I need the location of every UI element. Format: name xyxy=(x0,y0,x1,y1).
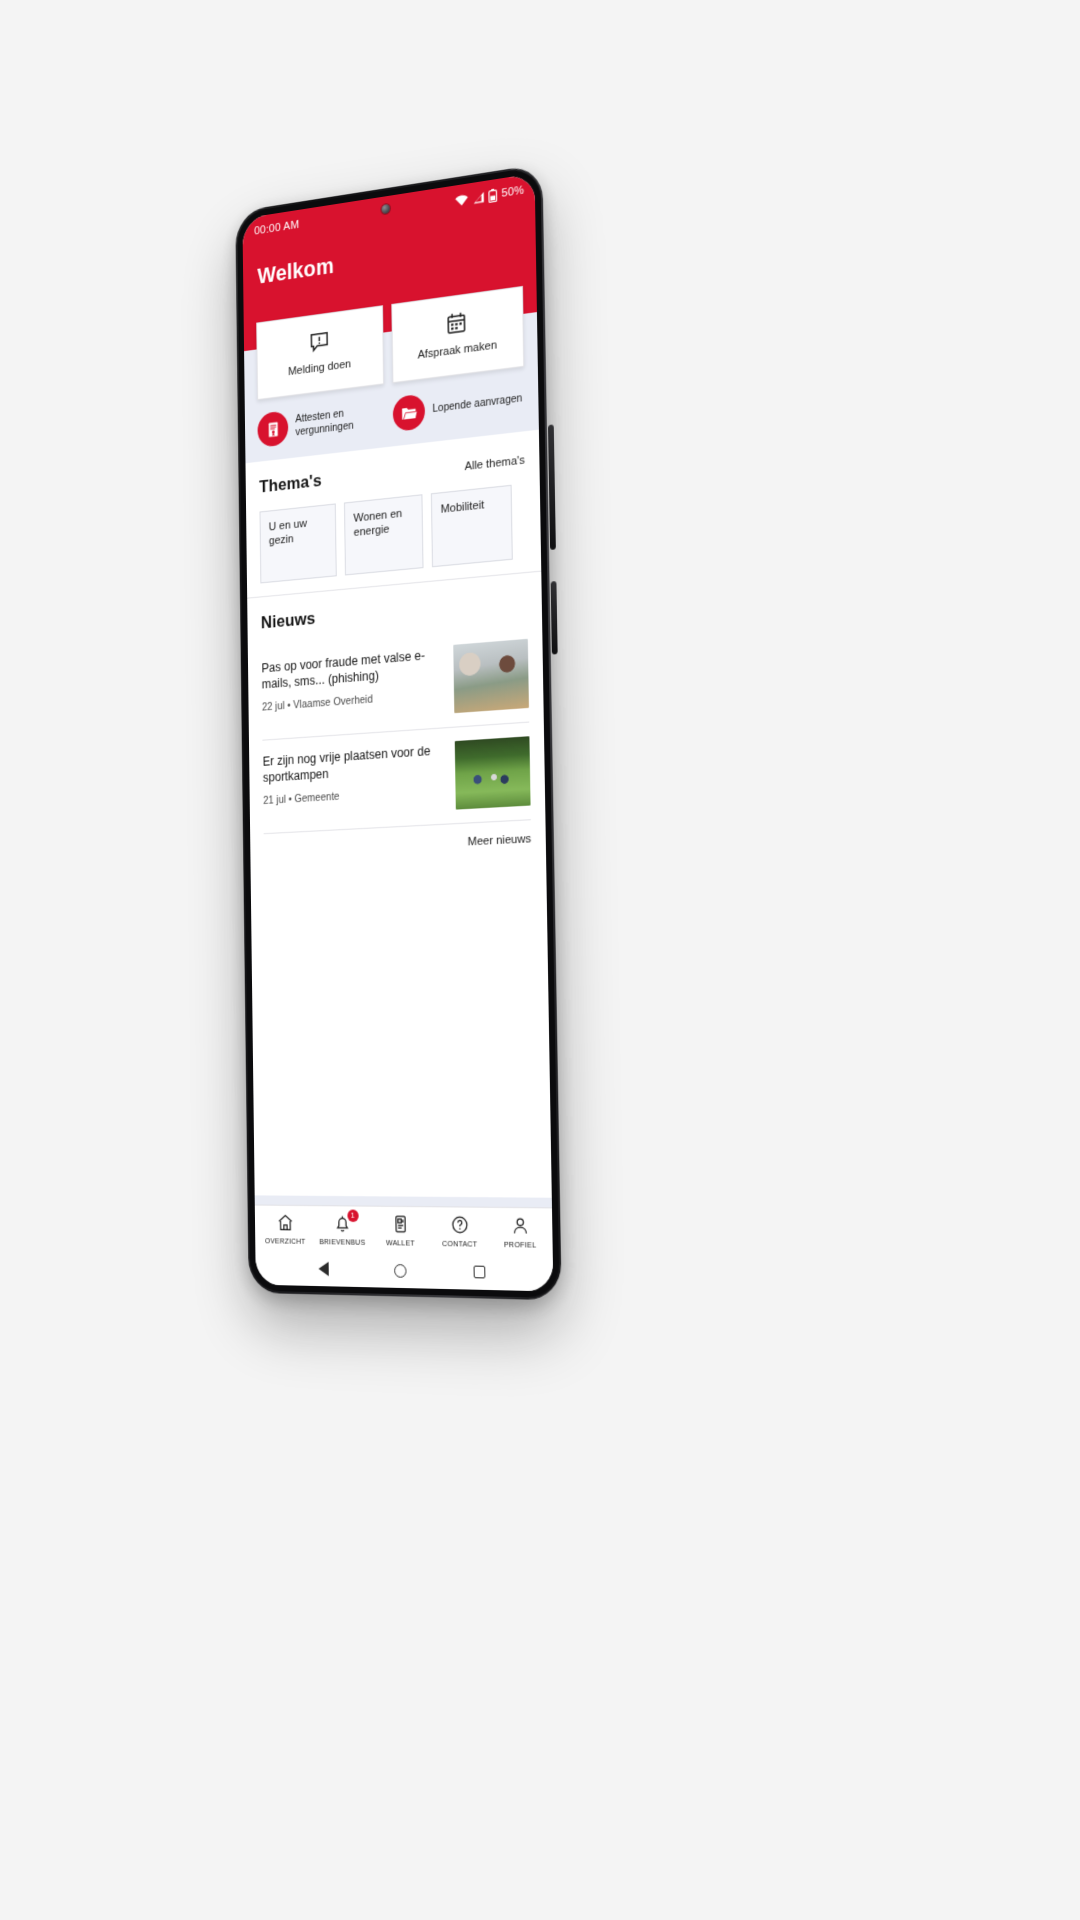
news-item-title: Pas op voor fraude met valse e-mails, sm… xyxy=(261,648,426,692)
theme-chip[interactable]: Mobiliteit xyxy=(430,484,513,568)
quick-circle-label: Attesten en vergunningen xyxy=(295,407,354,439)
phone-mockup: 00:00 AM 50% Welkom Melding doen Afspraa… xyxy=(235,163,562,1301)
news-item-thumbnail xyxy=(454,736,531,810)
news-item-title: Er zijn nog vrije plaatsen voor de sport… xyxy=(262,743,431,785)
wifi-icon xyxy=(455,193,469,206)
report-message-icon xyxy=(308,329,329,355)
news-list-item[interactable]: Er zijn nog vrije plaatsen voor de sport… xyxy=(262,723,531,834)
content-spacer xyxy=(250,860,552,1198)
nav-item-brievenbus[interactable]: 1 BRIEVENBUS xyxy=(313,1209,371,1247)
quick-tile-label: Melding doen xyxy=(288,358,352,379)
quick-circle-attesten-en-vergunningen[interactable]: Attesten en vergunningen xyxy=(257,399,383,448)
news-item-meta: 22 jul • Vlaamse Overheid xyxy=(261,693,373,714)
status-icons: 50% xyxy=(455,184,524,208)
status-time: 00:00 AM xyxy=(254,218,300,238)
person-icon xyxy=(510,1215,529,1235)
front-camera-icon xyxy=(381,203,390,215)
battery-icon xyxy=(489,188,498,203)
quick-tile-label: Afspraak maken xyxy=(417,339,498,363)
folder-open-icon xyxy=(392,393,426,433)
news-section: Nieuws Pas op voor fraude met valse e-ma… xyxy=(247,571,547,875)
volume-button[interactable] xyxy=(547,424,557,551)
power-button[interactable] xyxy=(550,580,558,655)
home-icon xyxy=(276,1213,294,1233)
back-triangle-icon[interactable] xyxy=(318,1261,329,1277)
question-circle-icon xyxy=(450,1215,469,1235)
nav-badge: 1 xyxy=(346,1209,359,1223)
bottom-navigation: OVERZICHT 1 BRIEVENBUS WALLET CONTACT PR… xyxy=(254,1204,553,1256)
themes-title: Thema's xyxy=(259,470,322,497)
certificate-icon xyxy=(257,410,289,448)
theme-chip[interactable]: Wonen en energie xyxy=(344,494,424,576)
phone-screen: 00:00 AM 50% Welkom Melding doen Afspraa… xyxy=(242,173,554,1292)
bell-icon: 1 xyxy=(333,1209,359,1233)
android-system-nav xyxy=(255,1250,554,1292)
wallet-card-icon xyxy=(391,1214,409,1234)
recents-square-icon[interactable] xyxy=(473,1265,486,1279)
quick-circle-lopende-aanvragen[interactable]: Lopende aanvragen xyxy=(392,381,525,433)
nav-label: OVERZICHT xyxy=(264,1236,306,1246)
news-item-text: Pas op voor fraude met valse e-mails, sm… xyxy=(261,646,443,714)
theme-chip[interactable]: U en uw gezin xyxy=(259,503,337,584)
cellular-signal-icon xyxy=(472,191,485,204)
quick-tile-afspraak-maken[interactable]: Afspraak maken xyxy=(390,285,525,384)
news-item-text: Er zijn nog vrije plaatsen voor de sport… xyxy=(263,742,445,807)
home-circle-icon[interactable] xyxy=(394,1263,407,1278)
battery-percent: 50% xyxy=(501,184,525,201)
news-item-meta: 21 jul • Gemeente xyxy=(263,790,340,808)
more-news-link[interactable]: Meer nieuws xyxy=(468,833,532,849)
nav-item-overzicht[interactable]: OVERZICHT xyxy=(257,1213,314,1246)
news-title: Nieuws xyxy=(260,608,316,633)
all-themes-link[interactable]: Alle thema's xyxy=(464,454,524,473)
scene: 00:00 AM 50% Welkom Melding doen Afspraa… xyxy=(0,0,1080,1920)
